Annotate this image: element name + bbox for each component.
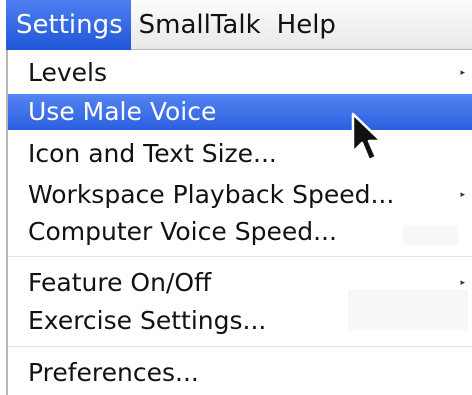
menu-item-label: Levels — [28, 58, 108, 87]
menu-item-levels[interactable]: Levels ▸ — [8, 55, 472, 91]
menu-item-label: Preferences... — [28, 358, 199, 387]
menu-item-label: Computer Voice Speed... — [28, 217, 337, 246]
menu-item-label: Exercise Settings... — [28, 306, 267, 335]
menu-item-computer-voice-speed[interactable]: Computer Voice Speed... — [8, 214, 472, 250]
menu-bar: Settings SmallTalk Help — [6, 0, 472, 50]
menu-item-label: Feature On/Off — [28, 268, 212, 297]
menu-item-feature-on-off[interactable]: Feature On/Off ▸ — [8, 265, 472, 301]
menu-item-exercise-settings[interactable]: Exercise Settings... — [8, 303, 472, 339]
chevron-right-icon: ▸ — [460, 190, 465, 200]
menu-smalltalk[interactable]: SmallTalk — [131, 0, 269, 50]
menu-item-label: Workspace Playback Speed... — [28, 180, 395, 209]
menu-item-workspace-playback-speed[interactable]: Workspace Playback Speed... ▸ — [8, 177, 472, 213]
menu-item-preferences[interactable]: Preferences... — [8, 355, 472, 391]
settings-dropdown-menu: Levels ▸ Use Male Voice Icon and Text Si… — [6, 50, 472, 395]
chevron-right-icon: ▸ — [460, 68, 465, 78]
menu-item-label: Use Male Voice — [28, 97, 217, 126]
menu-item-use-male-voice[interactable]: Use Male Voice — [8, 94, 472, 130]
menu-separator — [8, 346, 472, 347]
menu-item-label: Icon and Text Size... — [28, 139, 277, 168]
arrow-cursor-icon — [351, 112, 383, 162]
chevron-right-icon: ▸ — [460, 278, 465, 288]
menu-help[interactable]: Help — [269, 0, 344, 50]
menu-item-icon-and-text-size[interactable]: Icon and Text Size... — [8, 136, 472, 172]
menu-separator — [8, 256, 472, 257]
menu-settings[interactable]: Settings — [6, 0, 131, 50]
